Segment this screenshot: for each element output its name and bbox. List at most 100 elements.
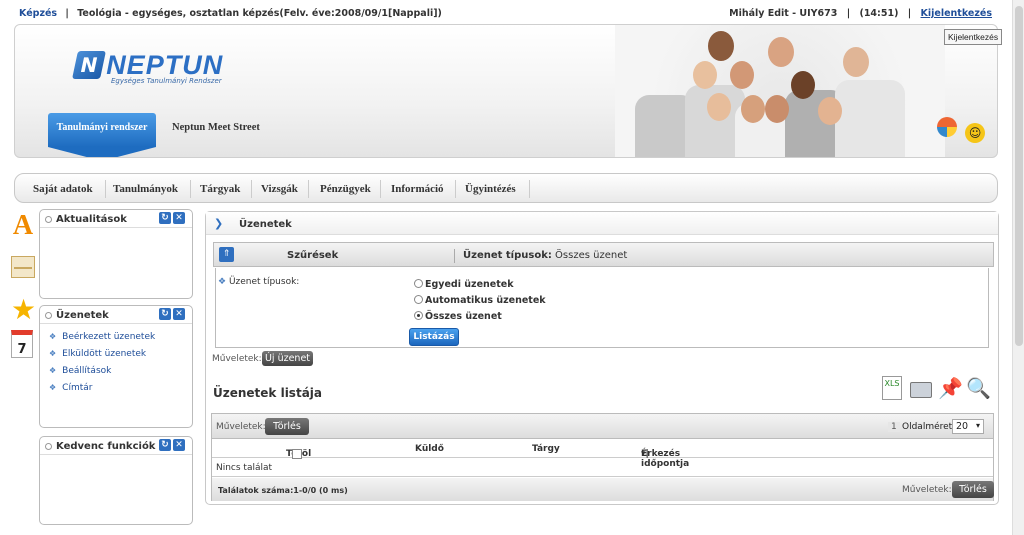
- link-received-messages[interactable]: Beérkezett üzenetek: [49, 332, 192, 342]
- list-title: Üzenetek listája: [213, 386, 322, 400]
- col-sender[interactable]: Küldő: [415, 444, 444, 454]
- user-info: Mihály Edit - UIY673: [729, 8, 838, 19]
- messages-table: Műveletek: Törlés 1 Oldalméret 20▾ Töröl…: [211, 413, 994, 501]
- pin-icon[interactable]: 📌: [938, 376, 963, 400]
- top-bar-right: Mihály Edit - UIY673 | (14:51) | Kijelen…: [729, 8, 992, 19]
- letter-a-icon[interactable]: A: [11, 212, 35, 240]
- logo-tagline: Egységes Tanulmányi Rendszer: [111, 77, 222, 85]
- menu-informacio[interactable]: Információ: [391, 183, 444, 195]
- page-title: Üzenetek: [239, 219, 292, 230]
- result-count: Találatok száma:1-0/0 (0 ms): [218, 486, 348, 495]
- tab-tanulmanyi-rendszer[interactable]: Tanulmányi rendszer: [48, 113, 156, 157]
- print-icon[interactable]: [910, 382, 932, 398]
- smiley-icon[interactable]: ☺: [965, 123, 986, 143]
- refresh-icon[interactable]: ↻: [159, 212, 171, 224]
- link-sent-messages[interactable]: Elküldött üzenetek: [49, 349, 192, 359]
- collapse-icon[interactable]: ⇑: [219, 247, 234, 262]
- panel-news-header: Aktualitások ↻ ✕: [40, 210, 192, 228]
- table-footer: Találatok száma:1-0/0 (0 ms) Műveletek: …: [212, 478, 994, 501]
- filter-field-label: ❖ Üzenet típusok:: [218, 277, 300, 287]
- page-size-select[interactable]: 20 ▾: [952, 419, 984, 434]
- main-title-bar: ❯ Üzenetek: [206, 212, 998, 235]
- panel-messages: Üzenetek ↻✕ Beérkezett üzenetek Elküldöt…: [39, 305, 193, 428]
- panel-bullet-icon: [45, 311, 52, 319]
- footer-delete-button[interactable]: Törlés: [952, 481, 994, 498]
- close-icon[interactable]: ✕: [173, 439, 185, 451]
- filter-body: ❖ Üzenet típusok: Egyedi üzenetek Automa…: [215, 268, 989, 348]
- page-scrollbar[interactable]: [1012, 0, 1024, 535]
- top-bar: Képzés | Teológia - egységes, osztatlan …: [0, 0, 1010, 24]
- calendar-icon[interactable]: 7: [11, 330, 33, 358]
- radio-all[interactable]: Összes üzenet: [414, 311, 502, 322]
- panel-title: Aktualitások: [56, 214, 127, 225]
- list-button[interactable]: Listázás: [409, 328, 459, 346]
- panel-title: Üzenetek: [56, 310, 109, 321]
- panel-favorites: Kedvenc funkciók ↻ ✕: [39, 436, 193, 525]
- filter-label: Szűrések: [287, 250, 339, 261]
- filter-type-label: Üzenet típusok:: [463, 250, 552, 261]
- excel-export-icon[interactable]: XLS: [882, 376, 902, 400]
- radio-button[interactable]: [414, 279, 423, 288]
- menu-targyak[interactable]: Tárgyak: [200, 183, 240, 195]
- radio-automatic[interactable]: Automatikus üzenetek: [414, 295, 546, 306]
- chevron-down-icon: ▾: [975, 421, 980, 430]
- scrollbar-thumb[interactable]: [1015, 6, 1023, 346]
- color-scheme-icon[interactable]: [937, 117, 957, 137]
- menu-tanulmanyok[interactable]: Tanulmányok: [113, 183, 178, 195]
- page-number[interactable]: 1: [888, 422, 900, 432]
- left-icon-bar: A ★ 7: [11, 212, 37, 358]
- panel-messages-header: Üzenetek ↻ ✕: [40, 306, 192, 324]
- neptun-logo[interactable]: N NEPTUN Egységes Tanulmányi Rendszer: [72, 50, 224, 85]
- empty-row: Nincs találat: [212, 458, 993, 477]
- panel-bullet-icon: [45, 442, 52, 450]
- separator: |: [907, 8, 912, 19]
- filter-summary: Üzenet típusok: Összes üzenet: [463, 250, 627, 261]
- menu-penzugyek[interactable]: Pénzügyek: [320, 183, 371, 195]
- refresh-icon[interactable]: ↻: [159, 439, 171, 451]
- course-info: Teológia - egységes, osztatlan képzés(Fe…: [77, 8, 442, 19]
- menu-vizsgak[interactable]: Vizsgák: [261, 183, 298, 195]
- menu-sajat-adatok[interactable]: Saját adatok: [33, 183, 93, 195]
- panel-title: Kedvenc funkciók: [56, 441, 156, 452]
- header-icons: ☺: [937, 117, 990, 143]
- main-menu: Saját adatok Tanulmányok Tárgyak Vizsgák…: [14, 173, 998, 203]
- separator: |: [65, 8, 69, 19]
- panel-bullet-icon: [45, 215, 52, 223]
- new-message-button[interactable]: Új üzenet: [262, 351, 313, 366]
- footer-ops-label: Műveletek:: [902, 485, 952, 495]
- top-bar-left: Képzés | Teológia - egységes, osztatlan …: [19, 8, 442, 19]
- logo-word: NEPTUN: [106, 50, 224, 80]
- filter-header[interactable]: ⇑ Szűrések Üzenet típusok: Összes üzenet: [213, 242, 994, 267]
- link-settings[interactable]: Beállítások: [49, 366, 192, 376]
- radio-individual[interactable]: Egyedi üzenetek: [414, 279, 514, 290]
- neptun-n-icon: N: [72, 51, 106, 79]
- kepzes-link[interactable]: Képzés: [19, 8, 57, 19]
- envelope-icon[interactable]: [11, 256, 35, 278]
- main-content: ❯ Üzenetek ⇑ Szűrések Üzenet típusok: Ös…: [205, 211, 999, 505]
- page-size-label: Oldalméret: [902, 422, 953, 432]
- header-banner: N NEPTUN Egységes Tanulmányi Rendszer Ta…: [14, 24, 998, 158]
- tab-meet-street[interactable]: Neptun Meet Street: [172, 122, 260, 133]
- delete-button[interactable]: Törlés: [265, 418, 309, 435]
- radio-button-selected[interactable]: [414, 311, 423, 320]
- logout-link[interactable]: Kijelentkezés: [921, 8, 992, 19]
- panel-news: Aktualitások ↻ ✕: [39, 209, 193, 299]
- table-toolbar: Műveletek: Törlés 1 Oldalméret 20 ▾: [212, 414, 993, 439]
- session-time: (14:51): [859, 8, 899, 19]
- col-subject[interactable]: Tárgy: [532, 444, 560, 454]
- star-icon[interactable]: ★: [11, 296, 36, 324]
- separator: |: [846, 8, 851, 19]
- close-icon[interactable]: ✕: [173, 212, 185, 224]
- header-photo: [615, 25, 945, 157]
- search-icon[interactable]: 🔍: [966, 376, 991, 400]
- refresh-icon[interactable]: ↻: [159, 308, 171, 320]
- chevron-right-icon: ❯: [214, 217, 224, 230]
- filter-type-value: Összes üzenet: [555, 250, 628, 261]
- ops-label: Műveletek:: [212, 354, 262, 364]
- link-directory[interactable]: Címtár: [49, 383, 192, 393]
- table-ops-label: Műveletek:: [216, 422, 266, 432]
- logout-tooltip: Kijelentkezés: [944, 29, 1003, 45]
- close-icon[interactable]: ✕: [173, 308, 185, 320]
- radio-button[interactable]: [414, 295, 423, 304]
- menu-ugyintezes[interactable]: Ügyintézés: [465, 183, 516, 195]
